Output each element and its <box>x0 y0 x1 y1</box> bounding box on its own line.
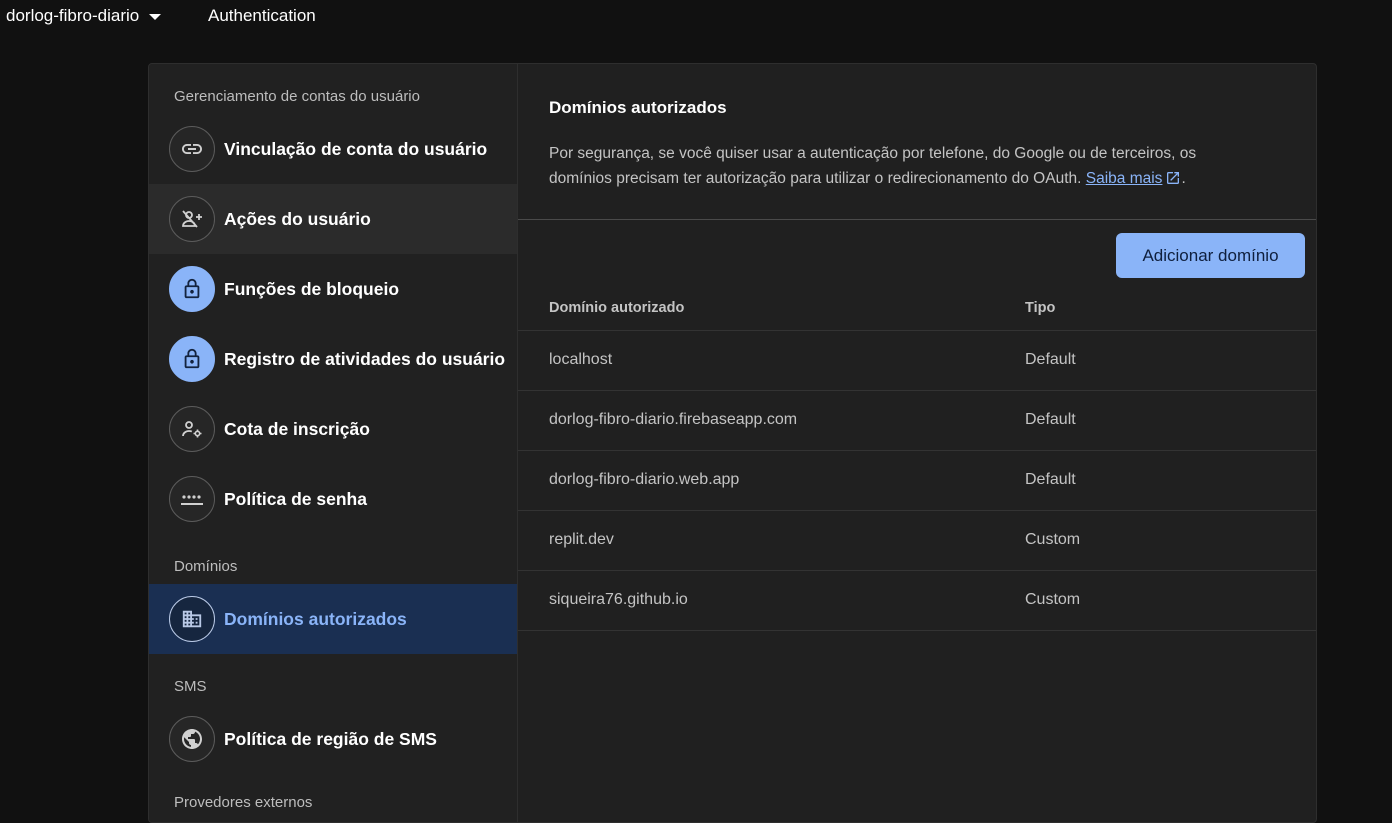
sidebar-item-label: Política de senha <box>224 489 367 509</box>
person-off-icon <box>169 196 215 242</box>
sidebar-item-signup-quota[interactable]: Cota de inscrição <box>149 394 517 464</box>
sidebar-item-label: Registro de atividades do usuário <box>224 349 506 369</box>
table-row[interactable]: localhost Default <box>518 331 1316 391</box>
column-header-type[interactable]: Tipo <box>1025 300 1055 316</box>
divider <box>518 219 1316 220</box>
learn-more-link[interactable]: Saiba mais <box>1086 170 1182 187</box>
sidebar-item-label: Cota de inscrição <box>224 419 370 439</box>
authorized-domains-panel: Domínios autorizados Por segurança, se v… <box>518 64 1316 822</box>
type-cell: Custom <box>1025 591 1081 608</box>
person-settings-icon <box>169 406 215 452</box>
top-bar: dorlog-fibro-diario Authentication <box>0 0 1392 32</box>
sidebar-item-password-policy[interactable]: Política de senha <box>149 464 517 534</box>
table-row[interactable]: dorlog-fibro-diario.firebaseapp.com Defa… <box>518 391 1316 451</box>
domain-cell: localhost <box>549 351 613 368</box>
table-header: Domínio autorizado Tipo <box>518 290 1316 331</box>
sidebar-item-activity-log[interactable]: Registro de atividades do usuário <box>149 324 517 394</box>
sidebar-item-sms-region-policy[interactable]: Política de região de SMS <box>149 704 517 774</box>
building-icon <box>169 596 215 642</box>
domain-cell: replit.dev <box>549 531 614 548</box>
settings-sidebar: Gerenciamento de contas do usuário Vincu… <box>149 64 518 822</box>
open-in-new-icon <box>1167 172 1180 184</box>
group-header-user-accounts: Gerenciamento de contas do usuário <box>174 88 420 105</box>
group-header-sms: SMS <box>174 678 207 695</box>
type-cell: Default <box>1025 471 1076 488</box>
table-row[interactable]: replit.dev Custom <box>518 511 1316 571</box>
sidebar-item-blocking-functions[interactable]: Funções de bloqueio <box>149 254 517 324</box>
page-title: Domínios autorizados <box>549 98 727 117</box>
domain-cell: siqueira76.github.io <box>549 591 688 608</box>
sidebar-item-user-actions[interactable]: Ações do usuário <box>149 184 517 254</box>
type-cell: Custom <box>1025 531 1081 548</box>
learn-more-label: Saiba mais <box>1085 170 1163 187</box>
sidebar-item-label: Vinculação de conta do usuário <box>224 139 488 159</box>
table-row[interactable]: dorlog-fibro-diario.web.app Default <box>518 451 1316 511</box>
domain-cell: dorlog-fibro-diario.web.app <box>549 471 740 488</box>
project-selector[interactable]: dorlog-fibro-diario <box>6 6 162 26</box>
type-cell: Default <box>1025 351 1076 368</box>
link-icon <box>169 126 215 172</box>
description: Por segurança, se você quiser usar a aut… <box>549 145 1197 187</box>
sidebar-item-label: Ações do usuário <box>224 209 371 229</box>
section-title: Authentication <box>208 6 316 25</box>
table-row[interactable]: siqueira76.github.io Custom <box>518 571 1316 631</box>
add-domain-button[interactable]: Adicionar domínio <box>1116 233 1305 278</box>
domain-cell: dorlog-fibro-diario.firebaseapp.com <box>549 411 798 428</box>
project-name: dorlog-fibro-diario <box>6 6 140 25</box>
sidebar-item-account-linking[interactable]: Vinculação de conta do usuário <box>149 114 517 184</box>
settings-card: Gerenciamento de contas do usuário Vincu… <box>148 63 1317 823</box>
globe-icon <box>169 716 215 762</box>
group-header-external-providers: Provedores externos <box>174 794 313 811</box>
group-header-domains: Domínios <box>174 558 238 575</box>
sidebar-item-label: Domínios autorizados <box>224 609 407 629</box>
sidebar-item-label: Funções de bloqueio <box>224 279 400 299</box>
lock-icon <box>169 336 215 382</box>
password-icon <box>169 476 215 522</box>
sidebar-item-authorized-domains[interactable]: Domínios autorizados <box>149 584 517 654</box>
lock-icon <box>169 266 215 312</box>
sidebar-item-label: Política de região de SMS <box>224 729 437 749</box>
type-cell: Default <box>1025 411 1076 428</box>
chevron-down-icon <box>149 14 162 20</box>
column-header-domain[interactable]: Domínio autorizado <box>549 300 684 316</box>
